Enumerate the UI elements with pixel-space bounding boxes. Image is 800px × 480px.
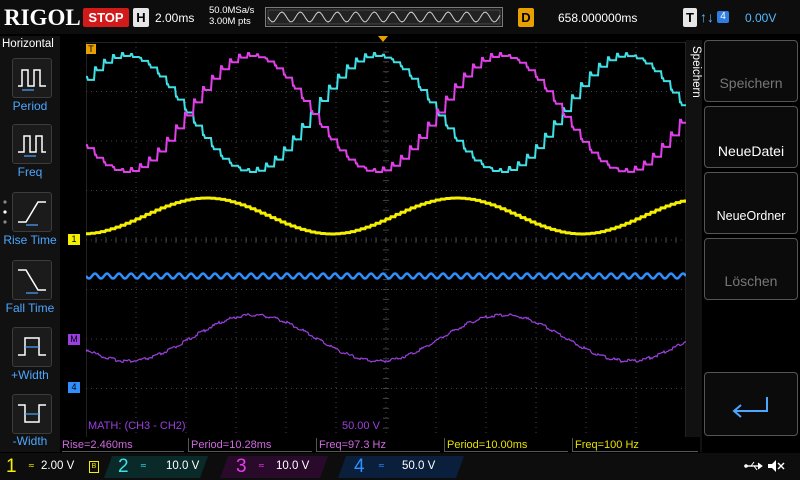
time-origin-marker[interactable]: [378, 36, 388, 42]
measurement-rise[interactable]: Rise=2.460ms: [62, 438, 184, 452]
fall-time-label: Fall Time: [5, 301, 55, 315]
ch1-offset-marker[interactable]: 1: [68, 234, 80, 245]
freq-label: Freq: [17, 165, 43, 179]
ch3-scale[interactable]: 10.0 V: [276, 460, 309, 472]
plus-width-button[interactable]: [12, 327, 52, 367]
math-offset-marker[interactable]: M: [68, 334, 80, 345]
ch1-number[interactable]: 1: [6, 455, 17, 479]
ch1-bandwidth-icon: B: [89, 461, 99, 473]
run-stop-status[interactable]: STOP: [83, 8, 129, 27]
minus-width-button[interactable]: [12, 394, 52, 434]
trigger-position-marker[interactable]: T: [86, 44, 96, 54]
freq-button[interactable]: [12, 124, 52, 164]
plus-width-icon: [18, 337, 46, 356]
math-expression: MATH: (CH3 - CH2): [88, 420, 186, 432]
measurement-freq-ch3[interactable]: Freq=97.3 Hz: [316, 438, 440, 452]
sample-rate: 50.0MSa/s: [209, 5, 255, 16]
memory-waveform-overview: [265, 7, 503, 27]
delete-button-label: Löschen: [724, 273, 778, 289]
trigger-label: T: [683, 8, 697, 27]
rise-time-label: Rise Time: [3, 233, 57, 247]
waveform-display[interactable]: [86, 42, 686, 438]
save-menu-title-strip: [686, 40, 702, 452]
save-menu-title: Speichern: [690, 46, 702, 98]
save-button[interactable]: Speichern: [704, 40, 798, 102]
new-folder-button-label: NeueOrdner: [716, 209, 786, 223]
ch3-number[interactable]: 3: [236, 455, 247, 479]
delay-value[interactable]: 658.000000ms: [558, 11, 637, 25]
graticule: [86, 42, 686, 438]
minus-width-icon: [18, 404, 46, 423]
ch3-coupling-icon: ≂: [258, 461, 265, 470]
ch4-scale[interactable]: 50.0 V: [402, 460, 435, 472]
ch4-coupling-icon: ≂: [378, 461, 385, 470]
fall-time-button[interactable]: [12, 260, 52, 300]
ch1-scale[interactable]: 2.00 V: [41, 460, 74, 472]
rise-time-button[interactable]: [12, 192, 52, 232]
ch2-coupling-icon: ≂: [140, 461, 147, 470]
measurement-period-ch3[interactable]: Period=10.28ms: [188, 438, 312, 452]
ch1-coupling-icon: ≂: [28, 461, 35, 470]
trigger-source[interactable]: 4: [717, 11, 729, 23]
minus-width-label: -Width: [12, 434, 48, 448]
delete-button[interactable]: Löschen: [704, 238, 798, 300]
new-file-button[interactable]: NeueDatei: [704, 106, 798, 168]
ch1-waveform: [86, 196, 686, 236]
trigger-slope-icon[interactable]: ↑↓: [700, 9, 714, 25]
rise-time-icon: [18, 201, 46, 226]
menu-page-indicator: [2, 198, 8, 226]
enter-button[interactable]: [704, 372, 798, 436]
ch2-scale[interactable]: 10.0 V: [166, 460, 199, 472]
new-file-button-label: NeueDatei: [717, 143, 785, 159]
math-scale: 50.00 V: [342, 420, 380, 432]
usb-icon: [744, 458, 764, 474]
horizontal-menu-title: Horizontal: [2, 38, 54, 50]
measurement-freq-ch1[interactable]: Freq=100 Hz: [572, 438, 698, 452]
ch4-number[interactable]: 4: [354, 455, 365, 479]
enter-icon: [732, 397, 768, 418]
measurement-period-ch1[interactable]: Period=10.00ms: [444, 438, 568, 452]
period-button[interactable]: [12, 58, 52, 98]
ch4-waveform: [86, 272, 686, 280]
period-label: Period: [12, 99, 48, 113]
ch4-offset-marker[interactable]: 4: [68, 382, 80, 393]
memory-overview-graphic: [267, 9, 501, 25]
trigger-level[interactable]: 0.00V: [745, 11, 776, 25]
freq-icon: [18, 135, 46, 157]
delay-label: D: [518, 8, 534, 27]
brand-logo: RIGOL: [4, 5, 81, 30]
fall-time-icon: [18, 269, 46, 294]
ch2-number[interactable]: 2: [118, 455, 129, 479]
save-button-label: Speichern: [719, 75, 783, 91]
horizontal-label: H: [133, 8, 149, 27]
plus-width-label: +Width: [11, 368, 49, 382]
mute-icon[interactable]: [766, 458, 786, 474]
timebase-value[interactable]: 2.00ms: [155, 11, 194, 25]
acquisition-info: 50.0MSa/s 3.00M pts: [209, 5, 254, 27]
memory-depth: 3.00M pts: [209, 16, 251, 27]
new-folder-button[interactable]: NeueOrdner: [704, 172, 798, 234]
period-icon: [18, 69, 46, 91]
